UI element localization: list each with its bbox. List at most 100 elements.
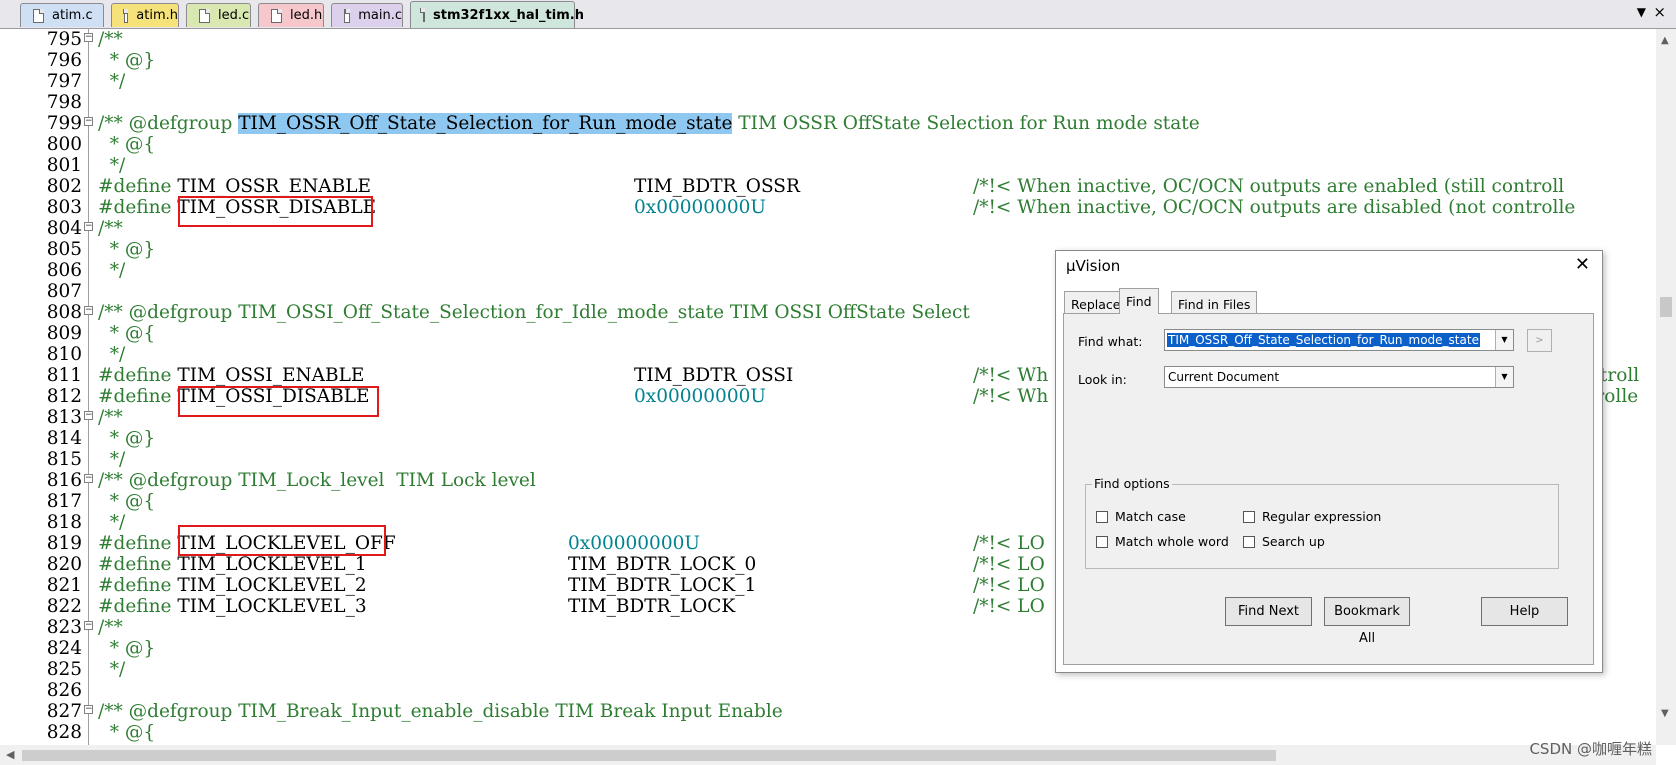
code-text: #define TIM_OSSI_ENABLE [98, 365, 364, 386]
tab-find[interactable]: Find [1119, 288, 1159, 314]
code-token: */ [98, 71, 126, 92]
match-whole-word-checkbox[interactable]: Match whole word [1096, 534, 1229, 549]
dialog-close-icon[interactable]: ✕ [1575, 254, 1590, 275]
code-line: 798 [0, 92, 1656, 113]
line-number: 805 [46, 239, 82, 260]
code-text: /** @defgroup TIM_Lock_level TIM Lock le… [98, 470, 536, 491]
code-token: 0x00000000U [634, 386, 766, 407]
code-line: 802 #define TIM_OSSR_ENABLE TIM_BDTR_OSSR /… [0, 176, 1656, 197]
code-token: TIM_BDTR_LOCK_0 [568, 554, 757, 575]
code-token: TIM_OSSI_ENABLE [177, 365, 365, 386]
file-tab[interactable]: atim.h [111, 3, 179, 27]
file-tab[interactable]: atim.c [20, 3, 104, 27]
code-token: #define [98, 176, 178, 197]
checkbox-icon[interactable] [1096, 535, 1108, 548]
fold-toggle-icon[interactable]: − [84, 117, 93, 126]
file-tab-label: stm32f1xx_hal_tim.h [433, 7, 584, 23]
code-token: /** [98, 29, 123, 50]
bookmark-all-button[interactable]: Bookmark All [1324, 597, 1410, 646]
file-icon [420, 8, 425, 22]
tab-find-in-files[interactable]: Find in Files [1171, 291, 1258, 313]
line-number: 807 [46, 281, 82, 302]
code-token: /*!< Wh [973, 365, 1049, 386]
line-number: 808 [46, 302, 82, 323]
file-tab-label: led.h [290, 8, 323, 23]
vertical-scroll-thumb[interactable] [1660, 297, 1672, 317]
code-token: #define [98, 197, 178, 218]
code-comment: /*!< LO [973, 554, 1045, 575]
file-tab[interactable]: main.c [331, 3, 403, 27]
line-number: 802 [46, 176, 82, 197]
tab-list-dropdown-icon[interactable]: ▼ [1637, 5, 1646, 19]
scroll-up-icon[interactable]: ▲ [1661, 35, 1669, 46]
fold-toggle-icon[interactable]: − [84, 474, 93, 483]
tab-replace[interactable]: Replace [1064, 291, 1128, 313]
regular-expression-checkbox[interactable]: Regular expression [1243, 509, 1381, 524]
chevron-down-icon[interactable]: ▼ [1495, 367, 1513, 387]
code-token: /** @defgroup TIM_Lock_level TIM Lock le… [98, 470, 536, 491]
code-token: TIM_OSSR_ENABLE [177, 176, 372, 197]
code-text: */ [98, 260, 126, 281]
checkbox-icon[interactable] [1243, 510, 1255, 523]
watermark: CSDN @咖喱年糕 [1529, 740, 1652, 758]
code-token: */ [98, 344, 126, 365]
fold-toggle-icon[interactable]: − [84, 222, 93, 231]
code-token: #define [98, 575, 178, 596]
code-line: 827−/** @defgroup TIM_Break_Input_enable… [0, 701, 1656, 722]
close-tab-icon[interactable]: × [1653, 3, 1666, 21]
line-number: 814 [46, 428, 82, 449]
code-comment: /*!< LO [973, 575, 1045, 596]
code-text: /** [98, 617, 123, 638]
checkbox-icon[interactable] [1096, 510, 1108, 523]
code-token: /** @defgroup TIM_OSSI_Off_State_Selecti… [98, 302, 970, 323]
look-in-combobox[interactable]: Current Document ▼ [1164, 366, 1514, 388]
scroll-left-icon[interactable]: ◀ [6, 748, 14, 761]
code-value: TIM_BDTR_LOCK_1 [568, 575, 756, 596]
line-number: 828 [46, 722, 82, 743]
match-case-label: Match case [1115, 509, 1186, 524]
line-number: 811 [46, 365, 82, 386]
code-token: 0x00000000U [568, 533, 700, 554]
line-number: 827 [46, 701, 82, 722]
find-what-combobox[interactable]: TIM_OSSR_Off_State_Selection_for_Run_mod… [1164, 329, 1514, 351]
vertical-scrollbar[interactable]: ▲ ▼ [1656, 29, 1676, 745]
horizontal-scroll-thumb[interactable] [22, 750, 1276, 761]
file-tab[interactable]: led.h [258, 3, 324, 27]
fold-toggle-icon[interactable]: − [84, 705, 93, 714]
fold-toggle-icon[interactable]: − [84, 411, 93, 420]
fold-toggle-icon[interactable]: − [84, 621, 93, 630]
code-text: * @{ [98, 491, 155, 512]
find-history-button[interactable]: > [1527, 329, 1552, 352]
line-number: 819 [46, 533, 82, 554]
line-number: 803 [46, 197, 82, 218]
checkbox-icon[interactable] [1243, 535, 1255, 548]
find-next-button[interactable]: Find Next [1225, 597, 1312, 626]
file-icon [271, 8, 282, 23]
line-number: 800 [46, 134, 82, 155]
fold-toggle-icon[interactable]: − [84, 33, 93, 42]
code-token: #define [98, 386, 178, 407]
regular-expression-label: Regular expression [1262, 509, 1382, 524]
code-line: 799−/** @defgroup TIM_OSSR_Off_State_Sel… [0, 113, 1656, 134]
search-up-checkbox[interactable]: Search up [1243, 534, 1325, 549]
file-tab-label: main.c [358, 8, 402, 23]
help-button[interactable]: Help [1481, 597, 1568, 626]
horizontal-scrollbar[interactable]: ◀ [0, 745, 1656, 765]
fold-toggle-icon[interactable]: − [84, 306, 93, 315]
code-token: 0x00000000U [634, 197, 766, 218]
code-value: 0x00000000U [634, 386, 766, 407]
line-number: 797 [46, 71, 82, 92]
line-number: 817 [46, 491, 82, 512]
match-whole-word-label: Match whole word [1115, 534, 1229, 549]
code-text: /** [98, 29, 123, 50]
file-tab[interactable]: stm32f1xx_hal_tim.h [410, 1, 584, 28]
chevron-down-icon[interactable]: ▼ [1495, 330, 1513, 350]
file-tab[interactable]: led.c [186, 3, 251, 27]
scroll-down-icon[interactable]: ▼ [1661, 708, 1669, 719]
code-token: TIM_BDTR_LOCK [568, 596, 736, 617]
code-text: * @{ [98, 722, 155, 743]
match-case-checkbox[interactable]: Match case [1096, 509, 1186, 524]
code-text: */ [98, 344, 126, 365]
file-tab-label: led.c [218, 8, 250, 23]
code-text: #define TIM_OSSR_ENABLE [98, 176, 371, 197]
